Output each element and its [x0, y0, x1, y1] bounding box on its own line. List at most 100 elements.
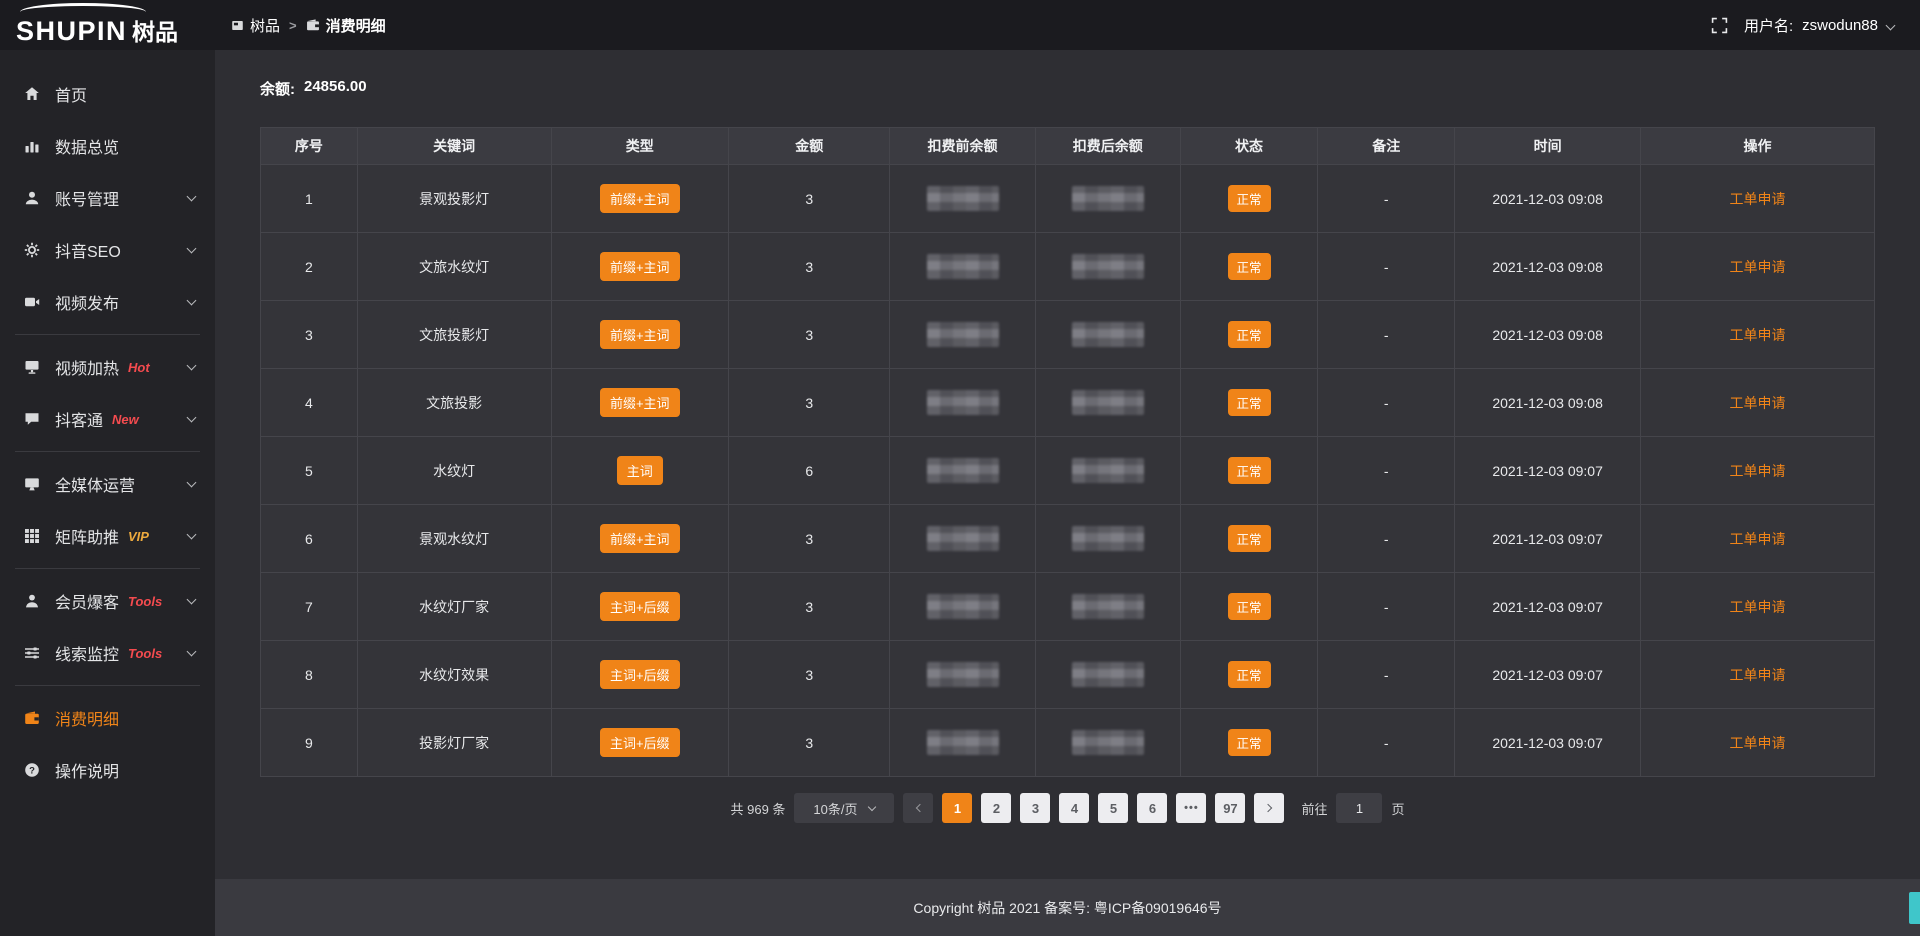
status-badge: 正常	[1228, 729, 1271, 756]
cell-type: 主词	[551, 437, 729, 505]
redacted-value	[927, 254, 999, 279]
sidebar-item-douketong[interactable]: 抖客通 New	[0, 393, 215, 445]
sidebar-item-home[interactable]: 首页	[0, 68, 215, 120]
sidebar-divider	[15, 334, 200, 335]
video-icon	[24, 294, 42, 310]
column-header: 扣费后余额	[1035, 128, 1180, 165]
chevron-down-icon	[187, 244, 197, 254]
page-button-97[interactable]: 97	[1215, 793, 1245, 823]
sidebar-item-matrix-boost[interactable]: 矩阵助推 VIP	[0, 510, 215, 562]
page-button-3[interactable]: 3	[1020, 793, 1050, 823]
work-order-link[interactable]: 工单申请	[1729, 735, 1785, 751]
work-order-link[interactable]: 工单申请	[1729, 191, 1785, 207]
sidebar-item-label: 矩阵助推	[55, 524, 119, 548]
chevron-down-icon	[187, 296, 197, 306]
work-order-link[interactable]: 工单申请	[1729, 531, 1785, 547]
cell-status: 正常	[1180, 233, 1317, 301]
column-header: 备注	[1318, 128, 1455, 165]
cell-balance-before	[890, 641, 1035, 709]
cell-type: 前缀+主词	[551, 233, 729, 301]
breadcrumb: 树品 > 消费明细	[231, 15, 386, 36]
topbar: SHUPIN 树品 树品 > 消费明细 用户名: zswodun88	[0, 0, 1920, 50]
sidebar-item-douyin-seo[interactable]: 抖音SEO	[0, 224, 215, 276]
user-menu[interactable]: 用户名: zswodun88	[1744, 15, 1894, 36]
page-button-4[interactable]: 4	[1059, 793, 1089, 823]
sidebar-item-label: 操作说明	[55, 758, 119, 782]
prev-page-button[interactable]	[903, 793, 933, 823]
breadcrumb-current[interactable]: 消费明细	[306, 15, 386, 36]
table-row: 6 景观水纹灯 前缀+主词 3 正常 - 2021-12-03 09:07 工单…	[261, 505, 1875, 573]
balance-label: 余额:	[260, 78, 295, 99]
sidebar-item-member-baoke[interactable]: 会员爆客 Tools	[0, 575, 215, 627]
cell-index: 9	[261, 709, 358, 777]
cell-index: 4	[261, 369, 358, 437]
type-badge: 主词+后缀	[600, 728, 680, 757]
cell-amount: 3	[729, 709, 890, 777]
cell-remark: -	[1318, 641, 1455, 709]
type-badge: 主词	[617, 456, 663, 485]
svg-text:?: ?	[29, 765, 35, 776]
next-page-button[interactable]	[1254, 793, 1284, 823]
column-header: 状态	[1180, 128, 1317, 165]
sidebar-item-label: 会员爆客	[55, 589, 119, 613]
table-row: 4 文旅投影 前缀+主词 3 正常 - 2021-12-03 09:08 工单申…	[261, 369, 1875, 437]
cell-status: 正常	[1180, 301, 1317, 369]
work-order-link[interactable]: 工单申请	[1729, 599, 1785, 615]
work-order-link[interactable]: 工单申请	[1729, 259, 1785, 275]
cell-remark: -	[1318, 505, 1455, 573]
cell-index: 1	[261, 165, 358, 233]
cell-action: 工单申请	[1640, 301, 1874, 369]
page-button-2[interactable]: 2	[981, 793, 1011, 823]
logo-text: SHUPIN 树品	[16, 3, 178, 47]
sidebar-item-account-manage[interactable]: 账号管理	[0, 172, 215, 224]
sidebar-item-data-overview[interactable]: 数据总览	[0, 120, 215, 172]
column-header: 时间	[1455, 128, 1641, 165]
status-badge: 正常	[1228, 389, 1271, 416]
cell-action: 工单申请	[1640, 369, 1874, 437]
goto-page-input[interactable]	[1336, 793, 1382, 823]
logo-arc	[20, 3, 146, 21]
username-label: 用户名:	[1744, 15, 1793, 36]
status-badge: 正常	[1228, 457, 1271, 484]
sidebar-item-tag: VIP	[128, 529, 149, 544]
sidebar-item-clue-monitor[interactable]: 线索监控 Tools	[0, 627, 215, 679]
cell-balance-after	[1035, 369, 1180, 437]
fullscreen-icon[interactable]	[1711, 17, 1728, 34]
work-order-link[interactable]: 工单申请	[1729, 463, 1785, 479]
page-button-5[interactable]: 5	[1098, 793, 1128, 823]
pagination: 共 969 条 10条/页 123456•••97 前往 页	[260, 793, 1875, 823]
work-order-link[interactable]: 工单申请	[1729, 327, 1785, 343]
page-button-6[interactable]: 6	[1137, 793, 1167, 823]
redacted-value	[927, 186, 999, 211]
table-row: 9 投影灯厂家 主词+后缀 3 正常 - 2021-12-03 09:07 工单…	[261, 709, 1875, 777]
chevron-down-icon	[187, 478, 197, 488]
cell-remark: -	[1318, 233, 1455, 301]
sidebar-item-video-heat[interactable]: 视频加热 Hot	[0, 341, 215, 393]
home-icon	[24, 86, 42, 102]
page-ellipsis[interactable]: •••	[1176, 793, 1206, 823]
sidebar-item-label: 首页	[55, 82, 87, 106]
breadcrumb-root[interactable]: 树品	[231, 15, 280, 36]
sidebar-item-video-publish[interactable]: 视频发布	[0, 276, 215, 328]
sidebar-item-label: 账号管理	[55, 186, 119, 210]
page-size-select[interactable]: 10条/页	[794, 793, 894, 823]
cell-balance-before	[890, 573, 1035, 641]
sidebar-item-consume-detail[interactable]: 消费明细	[0, 692, 215, 744]
cell-keyword: 文旅投影	[357, 369, 551, 437]
page-button-1[interactable]: 1	[942, 793, 972, 823]
sidebar-item-instructions[interactable]: ? 操作说明	[0, 744, 215, 796]
sidebar-item-tag: New	[112, 412, 139, 427]
sidebar-item-label: 抖音SEO	[55, 238, 121, 262]
work-order-link[interactable]: 工单申请	[1729, 667, 1785, 683]
app-logo[interactable]: SHUPIN 树品	[0, 3, 215, 47]
sidebar-item-media-operation[interactable]: 全媒体运营	[0, 458, 215, 510]
chevron-down-icon	[187, 413, 197, 423]
chevron-down-icon	[187, 530, 197, 540]
side-widget-handle[interactable]	[1909, 892, 1920, 924]
cell-amount: 3	[729, 165, 890, 233]
status-badge: 正常	[1228, 525, 1271, 552]
page-size-value: 10条/页	[813, 799, 857, 818]
type-badge: 主词+后缀	[600, 660, 680, 689]
cell-index: 7	[261, 573, 358, 641]
work-order-link[interactable]: 工单申请	[1729, 395, 1785, 411]
